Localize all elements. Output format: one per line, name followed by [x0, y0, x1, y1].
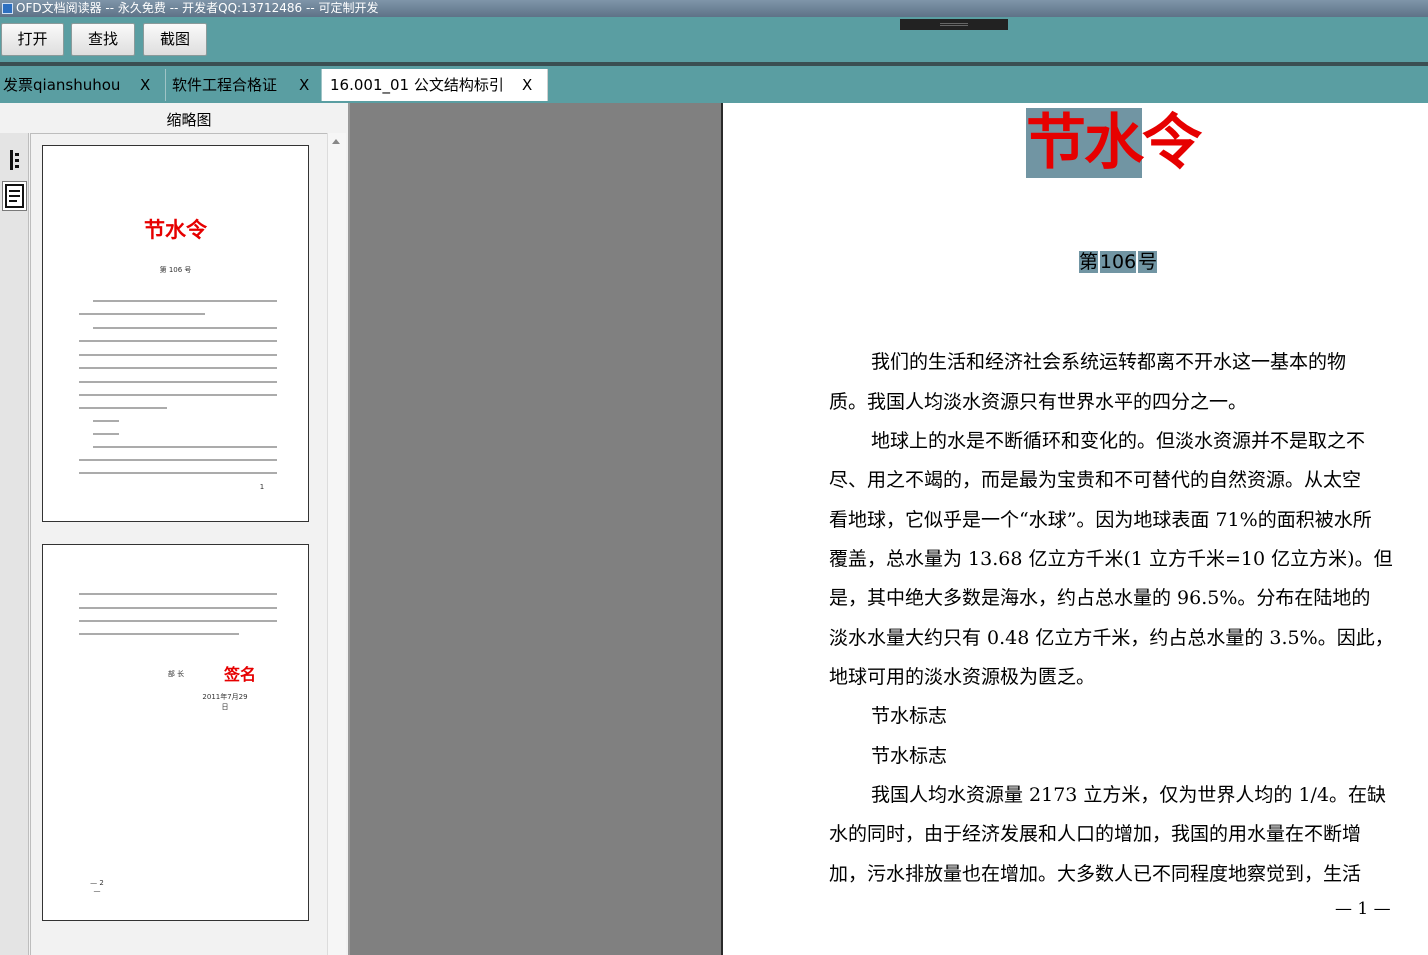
title-text: 令	[1142, 108, 1202, 178]
screenshot-button[interactable]: 截图	[143, 23, 207, 56]
body-line: 加，污水排放量也在增加。大多数人已不同程度地察觉到，生活	[829, 863, 1362, 885]
window-title-bar: OFD文档阅读器 -- 永久免费 -- 开发者QQ:13712486 -- 可定…	[0, 0, 1428, 17]
thumbnail-sidebar: 缩略图 节水令 第 106 号 1 部 长 签名 2011年7月29日 — 2 …	[0, 103, 348, 955]
body-line: 我们的生活和经济社会系统运转都离不开水这一基本的物	[871, 351, 1347, 373]
tab-document-structure[interactable]: 16.001_01 公文结构标引 X	[322, 69, 548, 102]
body-line: 尽、用之不竭的，而是最为宝贵和不可替代的自然资源。从太空	[829, 469, 1362, 491]
document-number: 第 106 号	[1079, 251, 1158, 273]
document-background	[348, 103, 721, 955]
tab-close-button[interactable]: X	[522, 69, 532, 102]
thumbnail-subtitle: 第 106 号	[159, 266, 192, 274]
section-heading: 节水标志	[871, 745, 948, 767]
thumbnail-signature: 签名	[223, 665, 256, 684]
thumbnail-page-number: — 2 —	[90, 879, 104, 895]
open-button[interactable]: 打开	[1, 23, 64, 56]
tab-label: 16.001_01 公文结构标引	[330, 76, 504, 94]
thumbnail-scrollbar[interactable]	[327, 133, 346, 955]
tab-invoice[interactable]: 发票qianshuhou X	[0, 69, 166, 102]
thumbnail-date: 2011年7月29日	[202, 693, 248, 711]
body-line: 我国人均水资源量 2173 立方米，仅为世界人均的 1/4。在缺	[871, 784, 1387, 806]
tab-label: 发票qianshuhou	[3, 76, 121, 94]
tab-close-button[interactable]: X	[299, 69, 309, 102]
find-button[interactable]: 查找	[71, 23, 135, 56]
body-line: 淡水水量大约只有 0.48 亿立方千米，约占总水量的 3.5%。因此，	[829, 627, 1394, 649]
page-number: — 1 —	[1335, 899, 1391, 919]
body-line: 地球可用的淡水资源极为匮乏。	[829, 666, 1096, 688]
body-line: 地球上的水是不断循环和变化的。但淡水资源并不是取之不	[871, 430, 1366, 452]
tab-bar: 发票qianshuhou X 软件工程合格证 X 16.001_01 公文结构标…	[0, 66, 1428, 102]
sidebar-icon-strip	[0, 133, 29, 955]
thumbnail-signer-label: 部 长	[167, 670, 185, 678]
body-line: 看地球，它似乎是一个“水球”。因为地球表面 71%的面积被水所	[829, 509, 1372, 531]
tab-label: 软件工程合格证	[172, 76, 278, 94]
scroll-up-arrow-icon[interactable]	[332, 139, 340, 144]
title-selected-text: 节水	[1026, 108, 1144, 178]
sidebar-title: 缩略图	[166, 111, 212, 129]
app-icon	[2, 3, 13, 14]
outline-icon[interactable]	[6, 149, 22, 171]
body-line: 覆盖，总水量为 13.68 亿立方千米(1 立方千米=10 亿立方米)。但	[829, 548, 1393, 570]
body-line: 水的同时，由于经济发展和人口的增加，我国的用水量在不断增	[829, 823, 1362, 845]
tab-software-cert[interactable]: 软件工程合格证 X	[166, 69, 322, 102]
thumbnail-page-2[interactable]: 部 长 签名 2011年7月29日 — 2 —	[42, 544, 309, 921]
thumbnail-list[interactable]: 节水令 第 106 号 1 部 长 签名 2011年7月29日 — 2 —	[30, 133, 327, 955]
body-line: 质。我国人均淡水资源只有世界水平的四分之一。	[829, 391, 1248, 413]
tab-close-button[interactable]: X	[140, 69, 150, 102]
thumbnail-title: 节水令	[144, 217, 207, 242]
thumbnail-view-icon[interactable]	[2, 181, 27, 211]
document-title: 节水令	[1026, 107, 1202, 179]
thumbnail-page-number: 1	[259, 483, 265, 491]
toolbar-grip-handle[interactable]	[900, 19, 1008, 30]
window-title: OFD文档阅读器 -- 永久免费 -- 开发者QQ:13712486 -- 可定…	[16, 1, 379, 15]
thumbnail-page-1[interactable]: 节水令 第 106 号 1	[42, 145, 309, 522]
section-heading: 节水标志	[871, 705, 948, 727]
toolbar: 打开 查找 截图	[0, 17, 1428, 62]
document-page[interactable]: 节水令 第 106 号 我们的生活和经济社会系统运转都离不开水这一基本的物 质。…	[723, 103, 1428, 955]
body-line: 是，其中绝大多数是海水，约占总水量的 96.5%。分布在陆地的	[829, 587, 1371, 609]
